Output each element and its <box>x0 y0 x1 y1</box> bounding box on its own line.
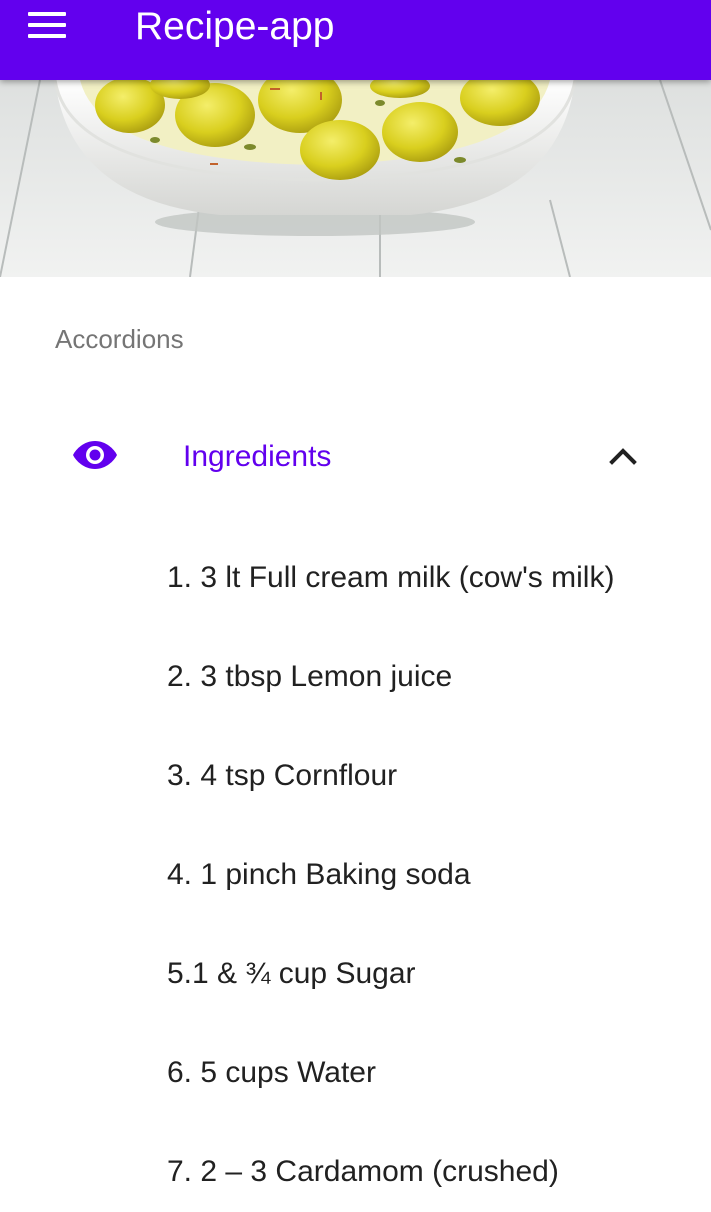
list-item: 6. 5 cups Water <box>167 1056 376 1089</box>
app-screen: Recipe-app Accordions Ingredients 1. 3 l… <box>0 0 711 1212</box>
menu-icon-bar <box>28 12 66 16</box>
app-title: Recipe-app <box>135 5 335 48</box>
app-bar: Recipe-app <box>0 0 711 80</box>
list-item: 2. 3 tbsp Lemon juice <box>167 660 453 693</box>
menu-icon[interactable] <box>28 12 66 40</box>
list-item: 4. 1 pinch Baking soda <box>167 858 471 891</box>
list-item: 7. 2 – 3 Cardamom (crushed) <box>167 1155 559 1188</box>
eye-icon <box>73 441 117 469</box>
list-item: 5.1 & ¾ cup Sugar <box>167 957 416 990</box>
chevron-up-icon[interactable] <box>607 442 639 468</box>
accordion-title: Ingredients <box>183 440 332 473</box>
list-item: 3. 4 tsp Cornflour <box>167 759 398 792</box>
menu-icon-bar <box>28 23 66 27</box>
list-item: 1. 3 lt Full cream milk (cow's milk) <box>167 561 615 594</box>
ingredients-list: 1. 3 lt Full cream milk (cow's milk) 2. … <box>167 557 614 1212</box>
section-label: Accordions <box>55 324 184 354</box>
accordion-header-ingredients[interactable]: Ingredients <box>0 416 711 498</box>
menu-icon-bar <box>28 34 66 38</box>
